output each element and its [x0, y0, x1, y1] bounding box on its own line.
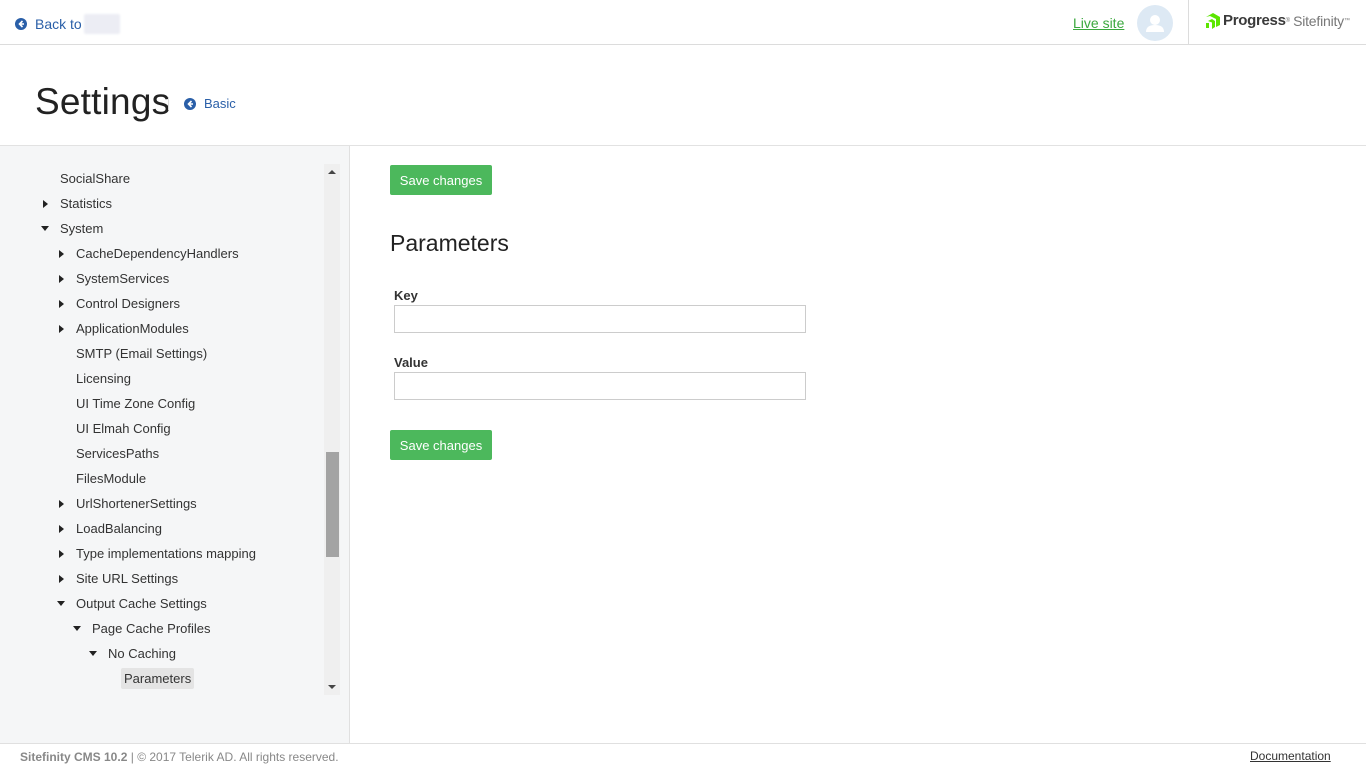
user-avatar-icon [1146, 15, 1164, 32]
tree-item[interactable]: UI Time Zone Config [0, 391, 322, 416]
tree-item[interactable]: ServicesPaths [0, 441, 322, 466]
progress-sitefinity-logo: Progress ® Sitefinity ™ [1206, 12, 1350, 29]
tree-item-label: ApplicationModules [76, 321, 189, 336]
footer-product: Sitefinity CMS 10.2 [20, 750, 128, 764]
caret-right-icon[interactable] [56, 549, 66, 559]
tree-item-label: SocialShare [60, 171, 131, 186]
tree-item[interactable]: ApplicationModules [0, 316, 322, 341]
tree-item[interactable]: Page Cache Profiles [0, 616, 322, 641]
tree-item-label: No Caching [108, 646, 176, 661]
back-to-site-link[interactable]: Back to [15, 14, 120, 34]
caret-right-icon[interactable] [56, 299, 66, 309]
tree-item[interactable]: CacheDependencyHandlers [0, 241, 322, 266]
settings-sidebar: SocialShare Statistics System CacheDependen… [0, 146, 350, 743]
tree-item[interactable]: Statistics [0, 191, 322, 216]
scroll-up-button[interactable] [324, 164, 340, 180]
page-header: Settings Basic [0, 45, 1366, 146]
user-avatar[interactable] [1137, 5, 1173, 41]
caret-right-icon[interactable] [56, 574, 66, 584]
tree-item[interactable]: SMTP (Email Settings) [0, 341, 322, 366]
sidebar-scrollbar[interactable] [324, 164, 340, 695]
tree-item[interactable]: No Caching [0, 641, 322, 666]
caret-down-icon[interactable] [88, 649, 98, 659]
progress-logo-icon [1206, 12, 1220, 29]
tree-item-label: FilesModule [76, 471, 147, 486]
settings-tree: SocialShare Statistics System CacheDependen… [0, 166, 322, 701]
tree-item[interactable]: Site URL Settings [0, 566, 322, 591]
basic-link-label: Basic [204, 96, 236, 111]
save-changes-button-top[interactable]: Save changes [390, 165, 492, 195]
tree-item-label: UrlShortenerSettings [76, 496, 197, 511]
caret-right-icon[interactable] [56, 524, 66, 534]
tree-item[interactable]: System [0, 216, 322, 241]
caret-right-icon[interactable] [56, 274, 66, 284]
live-site-link[interactable]: Live site [1073, 15, 1124, 31]
tree-item[interactable]: SocialShare [0, 166, 322, 191]
value-input[interactable] [394, 372, 806, 400]
documentation-link[interactable]: Documentation [1250, 749, 1331, 763]
tree-item[interactable]: SystemServices [0, 266, 322, 291]
footer-separator: | [130, 750, 134, 764]
title-separator [168, 97, 169, 110]
caret-right-icon[interactable] [40, 199, 50, 209]
tree-item-label: UI Time Zone Config [76, 396, 196, 411]
top-bar: Back to Live site Progress ® Sitefinity … [0, 0, 1366, 45]
logo-tm: ™ [1343, 17, 1350, 24]
caret-down-icon[interactable] [40, 224, 50, 234]
footer-copyright: Sitefinity CMS 10.2 | © 2017 Telerik AD.… [20, 750, 339, 764]
value-label: Value [394, 355, 428, 370]
site-name-redacted [83, 14, 120, 34]
back-label: Back to [35, 16, 82, 32]
tree-item-label: Site URL Settings [76, 571, 179, 586]
tree-item-label: SMTP (Email Settings) [76, 346, 208, 361]
arrow-circle-left-icon [15, 18, 27, 30]
top-divider [1188, 0, 1189, 44]
basic-settings-link[interactable]: Basic [184, 96, 236, 111]
tree-item-label: UI Elmah Config [76, 421, 171, 436]
scroll-down-icon [328, 685, 336, 689]
scroll-thumb[interactable] [326, 452, 339, 557]
caret-right-icon[interactable] [56, 324, 66, 334]
logo-mark: ® [1285, 17, 1291, 24]
tree-item-label: System [60, 221, 104, 236]
tree-item-label: LoadBalancing [76, 521, 163, 536]
tree-item-label: Statistics [60, 196, 113, 211]
scroll-down-button[interactable] [324, 679, 340, 695]
section-title: Parameters [390, 230, 509, 256]
tree-item[interactable]: UrlShortenerSettings [0, 491, 322, 516]
tree-item-label: CacheDependencyHandlers [76, 246, 239, 261]
key-input[interactable] [394, 305, 806, 333]
caret-down-icon[interactable] [72, 624, 82, 634]
caret-right-icon[interactable] [56, 249, 66, 259]
logo-product: Sitefinity [1293, 12, 1344, 29]
tree-item[interactable]: Parameters [0, 666, 322, 691]
caret-right-icon[interactable] [56, 499, 66, 509]
tree-item-label: Type implementations mapping [76, 546, 256, 561]
tree-item-label: Page Cache Profiles [92, 621, 211, 636]
arrow-circle-left-icon [184, 97, 196, 110]
tree-item-label: Output Cache Settings [76, 596, 207, 611]
tree-item[interactable]: Output Cache Settings [0, 591, 322, 616]
tree-item-label: Licensing [76, 371, 131, 386]
tree-item-label: ServicesPaths [76, 446, 160, 461]
tree-item-label: Control Designers [76, 296, 181, 311]
logo-brand: Progress [1223, 12, 1286, 29]
save-changes-button-bottom[interactable]: Save changes [390, 430, 492, 460]
main-content: Save changes Parameters Key Value Save c… [351, 146, 1366, 743]
tree-item[interactable]: LoadBalancing [0, 516, 322, 541]
tree-item[interactable]: UI Elmah Config [0, 416, 322, 441]
caret-down-icon[interactable] [56, 599, 66, 609]
key-label: Key [394, 288, 418, 303]
scroll-up-icon [328, 170, 336, 174]
tree-item-label: Parameters [121, 668, 195, 689]
footer-copyright-text: © 2017 Telerik AD. All rights reserved. [137, 750, 339, 764]
page-title: Settings [35, 81, 171, 122]
tree-item-label: SystemServices [76, 271, 170, 286]
tree-item[interactable]: Licensing [0, 366, 322, 391]
tree-item[interactable]: Control Designers [0, 291, 322, 316]
footer: Sitefinity CMS 10.2 | © 2017 Telerik AD.… [0, 743, 1366, 768]
tree-item[interactable]: Type implementations mapping [0, 541, 322, 566]
tree-item[interactable]: FilesModule [0, 466, 322, 491]
